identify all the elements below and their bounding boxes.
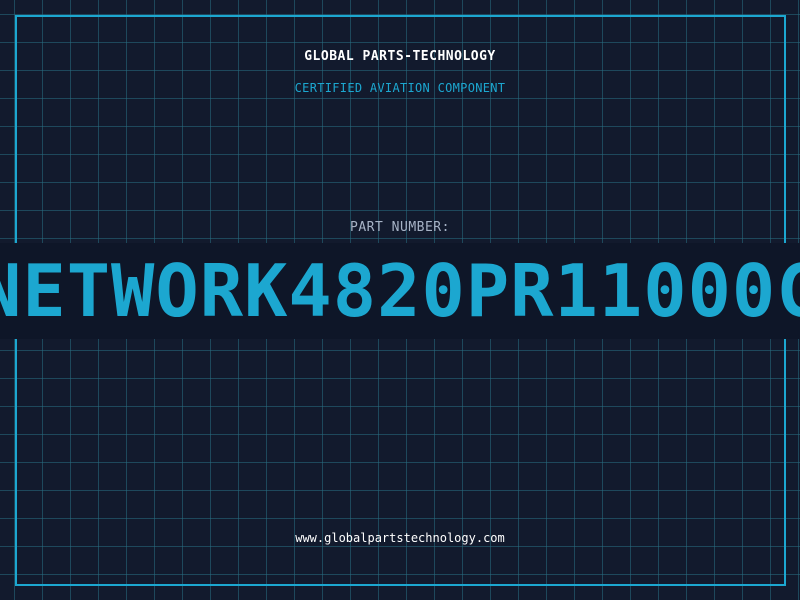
part-number-value: NETWORK4820PR11000C [0,249,800,333]
company-name: GLOBAL PARTS-TECHNOLOGY [304,49,496,64]
tagline: CERTIFIED AVIATION COMPONENT [294,81,506,95]
part-number-label: PART NUMBER: [350,220,450,235]
website-url: www.globalpartstechnology.com [295,531,505,545]
part-number-band: NETWORK4820PR11000C [0,243,800,339]
